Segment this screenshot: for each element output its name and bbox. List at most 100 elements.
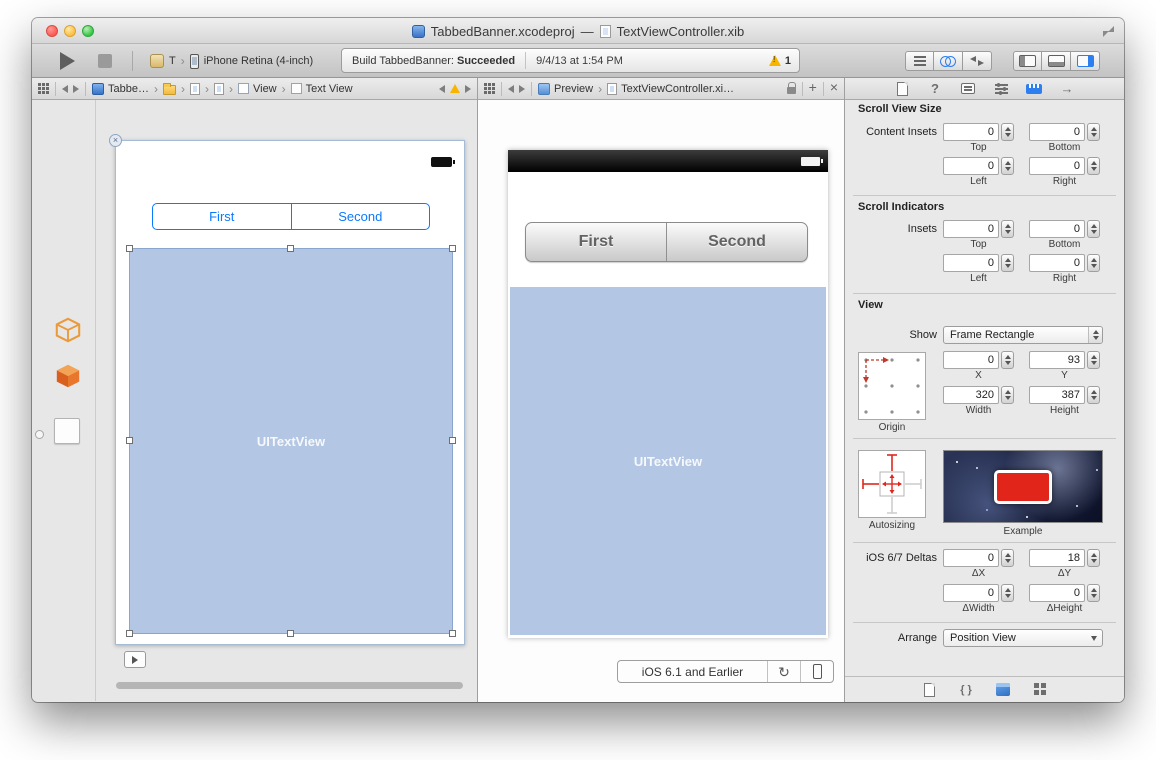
object-library-tab[interactable] [993,681,1013,699]
rotate-button[interactable]: ↻ [767,661,800,682]
resize-handle[interactable] [126,245,133,252]
object-cube-icon[interactable] [54,362,82,395]
delta-y-input[interactable] [1029,549,1085,567]
stepper[interactable] [1087,220,1100,238]
forward-button[interactable] [519,85,525,93]
breadcrumb-view[interactable]: View [238,83,277,95]
resize-handle[interactable] [126,437,133,444]
interface-builder-canvas[interactable]: First Second UITextView [32,100,477,701]
stepper[interactable] [1087,386,1100,404]
stepper[interactable] [1001,584,1014,602]
resize-handle[interactable] [287,245,294,252]
related-items-icon[interactable] [38,83,49,94]
resize-handle[interactable] [449,245,456,252]
assistant-editor-button[interactable] [934,51,963,71]
origin-widget[interactable] [858,352,926,420]
stepper[interactable] [1001,386,1014,404]
close-assistant-icon[interactable] [830,82,838,95]
issue-warning-icon[interactable] [450,84,460,93]
attributes-inspector-tab[interactable] [991,80,1011,98]
breadcrumb-document[interactable] [214,83,224,95]
quick-help-inspector-tab[interactable] [925,80,945,98]
width-input[interactable] [943,386,999,404]
breadcrumb-textview[interactable]: Text View [291,83,353,95]
y-input[interactable] [1029,351,1085,369]
connections-inspector-tab[interactable] [1057,80,1077,98]
file-inspector-tab[interactable] [892,80,912,98]
content-insets-top-input[interactable] [943,123,999,141]
breadcrumb-preview[interactable]: Preview [538,83,593,95]
add-assistant-icon[interactable] [809,82,817,95]
file-template-library-tab[interactable] [919,681,939,699]
indicator-insets-left-input[interactable] [943,254,999,272]
view-controller-scene[interactable]: First Second UITextView [115,140,465,645]
lock-icon[interactable] [787,87,796,94]
horizontal-scrollbar[interactable] [116,682,463,689]
run-button[interactable] [60,52,75,70]
content-insets-bottom-input[interactable] [1029,123,1085,141]
breadcrumb-folder[interactable] [163,83,176,95]
view-object-icon[interactable] [54,418,80,444]
scheme-selector[interactable]: T iPhone Retina (4-inch) [150,44,313,78]
resize-handle[interactable] [449,630,456,637]
back-button[interactable] [508,85,514,93]
segment-second[interactable]: Second [292,204,430,229]
stepper[interactable] [1087,157,1100,175]
breadcrumb-file[interactable] [190,83,200,95]
resize-handle[interactable] [287,630,294,637]
related-items-icon[interactable] [484,83,495,94]
size-inspector-tab[interactable] [1024,80,1044,98]
version-editor-button[interactable] [963,51,992,71]
device-button[interactable] [800,661,833,682]
delta-height-input[interactable] [1029,584,1085,602]
breadcrumb-project[interactable]: Tabbe… [92,83,149,95]
segment-first[interactable]: First [153,204,291,229]
next-issue-button[interactable] [465,85,471,93]
stop-button[interactable] [98,54,112,68]
stepper[interactable] [1087,549,1100,567]
stepper[interactable] [1087,123,1100,141]
stepper[interactable] [1001,549,1014,567]
stepper[interactable] [1001,254,1014,272]
dock-expand-button[interactable] [35,430,44,439]
standard-editor-button[interactable] [905,51,934,71]
close-scene-icon[interactable] [109,134,122,147]
resize-handle[interactable] [449,437,456,444]
warning-count[interactable]: 1 [785,55,791,67]
indicator-insets-top-input[interactable] [943,220,999,238]
stepper[interactable] [1001,351,1014,369]
indicator-insets-bottom-input[interactable] [1029,220,1085,238]
breadcrumb-preview-file[interactable]: TextViewController.xi… [607,83,734,95]
show-popup[interactable]: Frame Rectangle [943,326,1103,344]
identity-inspector-tab[interactable] [958,80,978,98]
titlebar[interactable]: TabbedBanner.xcodeproj — TextViewControl… [32,18,1124,44]
scene-present-button[interactable] [124,651,146,668]
activity-viewer[interactable]: Build TabbedBanner: Succeeded 9/4/13 at … [341,48,800,73]
delta-width-input[interactable] [943,584,999,602]
stepper[interactable] [1087,254,1100,272]
autosizing-widget[interactable] [858,450,926,518]
warning-icon[interactable] [769,55,781,66]
delta-x-input[interactable] [943,549,999,567]
navigator-toggle-button[interactable] [1013,51,1042,71]
content-insets-left-input[interactable] [943,157,999,175]
content-insets-right-input[interactable] [1029,157,1085,175]
stepper[interactable] [1087,351,1100,369]
resize-handle[interactable] [126,630,133,637]
fullscreen-icon[interactable] [1103,26,1114,37]
forward-button[interactable] [73,85,79,93]
segmented-control[interactable]: First Second [152,203,430,230]
utilities-toggle-button[interactable] [1071,51,1100,71]
stepper[interactable] [1087,584,1100,602]
os-version-selector[interactable]: iOS 6.1 and Earlier [618,661,767,682]
stepper[interactable] [1001,220,1014,238]
indicator-insets-right-input[interactable] [1029,254,1085,272]
x-input[interactable] [943,351,999,369]
previous-issue-button[interactable] [439,85,445,93]
stepper[interactable] [1001,123,1014,141]
back-button[interactable] [62,85,68,93]
media-library-tab[interactable] [1030,681,1050,699]
uitextview-selected[interactable]: UITextView [129,248,453,634]
debug-area-toggle-button[interactable] [1042,51,1071,71]
code-snippet-library-tab[interactable] [956,681,976,699]
